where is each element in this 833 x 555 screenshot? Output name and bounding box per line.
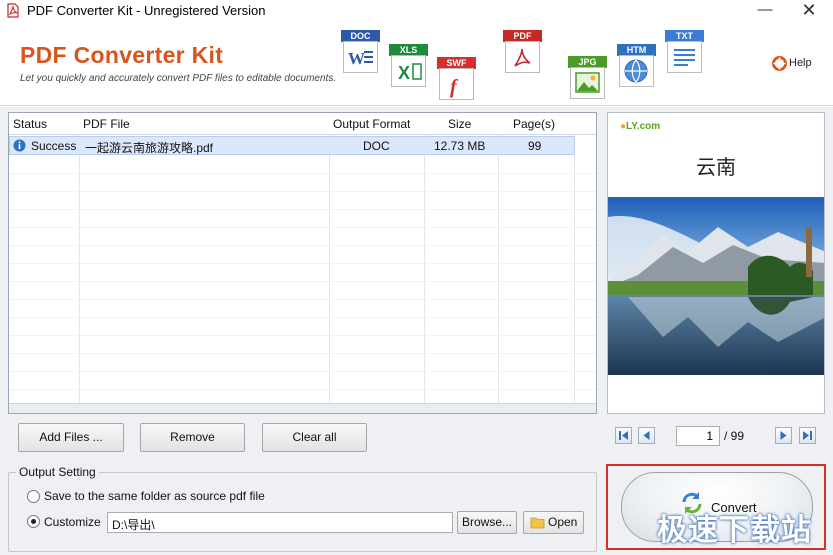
customize-radio[interactable]	[27, 515, 40, 528]
title-bar: PDF Converter Kit - Unregistered Version…	[0, 0, 833, 22]
close-button[interactable]: ✕	[791, 0, 827, 22]
brand-tagline: Let you quickly and accurately convert P…	[20, 73, 337, 84]
window-title: PDF Converter Kit - Unregistered Version	[27, 3, 266, 18]
horizontal-scrollbar[interactable]	[9, 403, 596, 413]
header-format[interactable]: Output Format	[333, 117, 410, 131]
row-status: Success	[31, 139, 77, 153]
last-page-button[interactable]	[799, 427, 816, 444]
output-path-input[interactable]: D:\导出\	[107, 512, 453, 533]
same-folder-radio[interactable]	[27, 490, 40, 503]
info-icon	[13, 139, 26, 152]
ly-logo: ●LY.com	[620, 121, 661, 132]
row-file: 一起游云南旅游攻略.pdf	[85, 141, 214, 155]
preview-photo	[608, 197, 824, 375]
add-files-button[interactable]: Add Files ...	[18, 423, 124, 452]
page-total: / 99	[724, 429, 745, 443]
header-size[interactable]: Size	[448, 117, 471, 131]
output-setting-title: Output Setting	[16, 465, 99, 479]
browse-button[interactable]: Browse...	[457, 511, 517, 534]
doc-format-icon: DOC W	[341, 30, 380, 74]
htm-format-icon: HTM	[617, 44, 656, 88]
site-watermark: 极速下载站	[657, 514, 812, 547]
header-file[interactable]: PDF File	[83, 117, 130, 131]
header-pages[interactable]: Page(s)	[513, 117, 555, 131]
prev-page-icon	[643, 431, 650, 440]
minimize-button[interactable]: —	[748, 0, 782, 22]
customize-label[interactable]: Customize	[44, 515, 101, 529]
table-row[interactable]: Success 一起游云南旅游攻略.pdf DOC 12.73 MB 99	[9, 136, 575, 155]
remove-button[interactable]: Remove	[140, 423, 245, 452]
app-icon	[7, 3, 19, 18]
app-header: PDF Converter Kit Let you quickly and ac…	[0, 22, 833, 106]
svg-text:f: f	[450, 76, 459, 98]
page-number-input[interactable]: 1	[676, 426, 720, 446]
pdf-format-icon: PDF	[503, 30, 542, 74]
lifebuoy-icon	[772, 56, 787, 71]
preview-doc-title: 云南	[696, 155, 736, 179]
jpg-format-icon: JPG	[568, 56, 607, 100]
next-page-icon	[780, 431, 787, 440]
folder-icon	[530, 517, 545, 529]
help-label: Help	[789, 57, 812, 69]
svg-text:X: X	[398, 63, 410, 83]
first-page-button[interactable]	[615, 427, 632, 444]
next-page-button[interactable]	[775, 427, 792, 444]
prev-page-button[interactable]	[638, 427, 655, 444]
brand-title: PDF Converter Kit	[20, 42, 224, 68]
first-page-icon	[619, 431, 628, 440]
file-table[interactable]: Status PDF File Output Format Size Page(…	[8, 112, 597, 414]
swf-format-icon: SWF f	[437, 57, 476, 101]
same-folder-label[interactable]: Save to the same folder as source pdf fi…	[44, 489, 265, 503]
row-size: 12.73 MB	[434, 139, 486, 153]
last-page-icon	[803, 431, 812, 440]
txt-format-icon: TXT	[665, 30, 704, 74]
pdf-preview: ●LY.com 云南	[607, 112, 825, 414]
row-pages: 99	[528, 139, 542, 153]
clear-all-button[interactable]: Clear all	[262, 423, 367, 452]
header-status[interactable]: Status	[13, 117, 47, 131]
row-format: DOC	[363, 139, 390, 153]
table-header: Status PDF File Output Format Size Page(…	[9, 113, 596, 135]
open-button[interactable]: Open	[523, 511, 584, 534]
svg-text:W: W	[348, 49, 365, 68]
xls-format-icon: XLS X	[389, 44, 428, 88]
open-label: Open	[548, 515, 578, 529]
